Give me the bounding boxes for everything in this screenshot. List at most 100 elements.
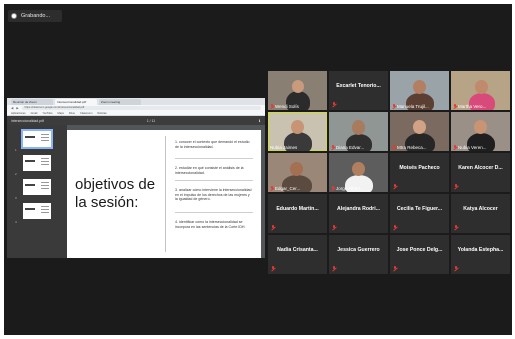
participant-name: Alejandra Rodri...: [337, 206, 380, 212]
participant-name: Moisés Pacheco: [399, 165, 440, 171]
participant-name: Karen Alcocer D...: [458, 165, 503, 171]
page-thumbnail[interactable]: [23, 203, 51, 219]
objective-item: 4. identificar cómo la interseccionalida…: [175, 220, 246, 229]
participant-name: Martha Vero...: [458, 104, 487, 109]
participant-name: Cecilia Te Figuer...: [396, 206, 443, 212]
participant-tile[interactable]: Wendi Solís: [268, 71, 327, 110]
address-bar[interactable]: https://classroom.google.com/interseccio…: [21, 106, 261, 110]
participant-tile[interactable]: Katya Alcocer: [451, 194, 510, 233]
participant-name: Wendi Solís: [275, 104, 299, 109]
participant-tile[interactable]: Mtra Rebeca...: [390, 112, 449, 151]
participant-name: Mtra Rebeca...: [397, 145, 427, 150]
participant-name: Nadia Crisanta...: [277, 247, 318, 253]
mic-muted-icon: [271, 225, 275, 230]
participant-tile[interactable]: Jessica Guerrero: [329, 235, 388, 274]
mic-muted-icon: [392, 145, 396, 150]
pdf-viewer: 1 2 3 4 objetivos de la sesión: 1. conoc…: [7, 125, 265, 258]
participant-tile[interactable]: Alejandra Rodri...: [329, 194, 388, 233]
thumbnail-number: 1: [15, 148, 17, 152]
pdf-page: objetivos de la sesión: 1. conocer el co…: [67, 130, 261, 258]
participant-tile[interactable]: Jorge Albert...: [329, 153, 388, 192]
participant-name: Manuela Trujil...: [397, 104, 429, 109]
thumbnail-number: 2: [15, 172, 17, 176]
shared-screen: Reunión de Zoom Interseccionalidad.pdf Z…: [7, 98, 265, 258]
participant-name: Yolanda Estepha...: [457, 247, 504, 253]
thumbnail-number: 4: [15, 220, 17, 224]
participant-name: Edgar_Cer...: [275, 186, 301, 191]
participant-name: Katya Alcocer: [463, 206, 498, 212]
participant-name: Jorge Albert...: [336, 186, 364, 191]
participant-tile[interactable]: Diana Edvar...: [329, 112, 388, 151]
mic-muted-icon: [392, 104, 396, 109]
page-thumbnail[interactable]: [23, 179, 51, 195]
participant-tile[interactable]: Martha Vero...: [451, 71, 510, 110]
participant-tile[interactable]: Cecilia Te Figuer...: [390, 194, 449, 233]
slide-title: objetivos de la sesión:: [75, 176, 156, 211]
download-icon[interactable]: ⬇: [258, 119, 261, 123]
mic-muted-icon: [453, 104, 457, 109]
zoom-window: Grabando... Reunión de Zoom Interseccion…: [4, 4, 512, 335]
objective-separator: [175, 212, 253, 213]
mic-muted-icon: [393, 266, 397, 271]
participant-name: Nubia Veren...: [458, 145, 487, 150]
mic-muted-icon: [332, 266, 336, 271]
mic-muted-icon: [393, 184, 397, 189]
mic-muted-icon: [332, 102, 336, 107]
objective-item: 3. analizar cómo interviene la intersecc…: [175, 188, 252, 202]
participant-name: Jose Ponce Delg...: [396, 247, 443, 253]
participant-tile[interactable]: Moisés Pacheco: [390, 153, 449, 192]
slide-divider: [165, 136, 166, 252]
participant-tile[interactable]: Yolanda Estepha...: [451, 235, 510, 274]
participant-name: Eduardo Martín...: [276, 206, 319, 212]
page-thumbnail[interactable]: [23, 155, 51, 171]
recording-label: Grabando...: [21, 13, 51, 19]
participant-tile[interactable]: Karen Alcocer D...: [451, 153, 510, 192]
bookmark-item[interactable]: Gmail: [31, 112, 38, 115]
participant-tile[interactable]: Manuela Trujil...: [390, 71, 449, 110]
mic-muted-icon: [331, 186, 335, 191]
record-icon: [11, 13, 17, 19]
participant-tile[interactable]: Nubia Veren...: [451, 112, 510, 151]
page-thumbnail[interactable]: [21, 129, 53, 149]
mic-muted-icon: [453, 145, 457, 150]
bookmark-item[interactable]: Classroom: [80, 112, 92, 115]
participant-tile[interactable]: Excarlet Tenorio...: [329, 71, 388, 110]
participant-name: Diana Edvar...: [336, 145, 365, 150]
objective-item: 1. conocer el contexto que demandó el es…: [175, 140, 250, 149]
bookmark-item[interactable]: Maps: [58, 112, 64, 115]
page-indicator[interactable]: 1 / 11: [147, 119, 155, 123]
objective-separator: [175, 180, 253, 181]
bookmark-item[interactable]: Drive: [69, 112, 75, 115]
participant-tile[interactable]: Eduardo Martín...: [268, 194, 327, 233]
recording-indicator[interactable]: Grabando...: [8, 10, 62, 22]
participant-tile[interactable]: Jose Ponce Delg...: [390, 235, 449, 274]
participant-tile[interactable]: Nubia Jaimes: [268, 112, 327, 151]
mic-muted-icon: [454, 184, 458, 189]
mic-muted-icon: [270, 186, 274, 191]
participant-name: Nubia Jaimes: [270, 145, 298, 150]
mic-muted-icon: [454, 225, 458, 230]
participant-gallery: Wendi Solís Excarlet Tenorio... Manuela …: [268, 71, 512, 275]
back-icon[interactable]: ◀: [11, 106, 13, 110]
browser-tab[interactable]: Zoom meeting: [99, 99, 141, 105]
browser-tab-active[interactable]: Interseccionalidad.pdf: [55, 99, 97, 105]
thumbnail-number: 3: [15, 196, 17, 200]
objective-separator: [175, 158, 253, 159]
participant-tile[interactable]: Edgar_Cer...: [268, 153, 327, 192]
mic-muted-icon: [332, 225, 336, 230]
mic-muted-icon: [393, 225, 397, 230]
browser-tab-bar: Reunión de Zoom Interseccionalidad.pdf Z…: [7, 98, 265, 105]
mic-muted-icon: [270, 104, 274, 109]
forward-icon[interactable]: ▶: [16, 106, 18, 110]
bookmark-item[interactable]: YouTube: [42, 112, 52, 115]
objective-item: 2. estudiar en qué consiste el análisis …: [175, 166, 244, 175]
bookmark-item[interactable]: Noticias: [97, 112, 106, 115]
bookmark-item[interactable]: Aplicaciones: [11, 112, 26, 115]
participant-tile[interactable]: Nadia Crisanta...: [268, 235, 327, 274]
pdf-toolbar: interseccionalidad.pdf 1 / 11 ⬇: [7, 116, 265, 125]
mic-muted-icon: [454, 266, 458, 271]
mic-muted-icon: [271, 266, 275, 271]
participant-name: Jessica Guerrero: [337, 247, 380, 253]
browser-tab[interactable]: Reunión de Zoom: [11, 99, 53, 105]
participant-name: Excarlet Tenorio...: [336, 83, 381, 89]
